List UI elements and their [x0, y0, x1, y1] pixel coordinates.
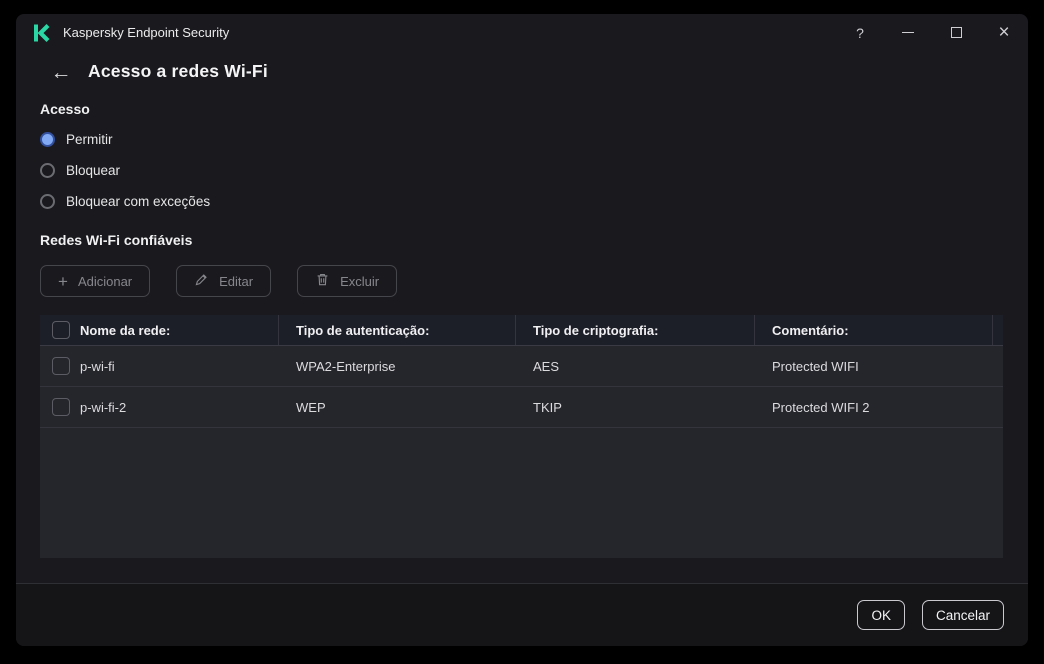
cell-network-name: p-wi-fi-2 [40, 398, 279, 416]
table-row[interactable]: p-wi-fi WPA2-Enterprise AES Protected WI… [40, 346, 1003, 387]
trusted-networks-table: Nome da rede: Tipo de autenticação: Tipo… [40, 315, 1003, 558]
kaspersky-logo-icon [32, 23, 52, 43]
app-title: Kaspersky Endpoint Security [63, 25, 230, 40]
header-comment: Comentário: [755, 315, 993, 345]
window-controls: ? × [836, 14, 1028, 51]
cell-comment: Protected WIFI [772, 358, 859, 374]
header-encryption-type: Tipo de criptografia: [516, 315, 755, 345]
row-checkbox[interactable] [52, 398, 70, 416]
app-window: Kaspersky Endpoint Security ? × ← Acesso… [16, 14, 1028, 646]
radio-bloquear-excecoes-control[interactable] [40, 194, 55, 209]
edit-button[interactable]: Editar [176, 265, 272, 297]
cell-auth-type: WEP [296, 399, 326, 415]
delete-button[interactable]: Excluir [297, 265, 398, 297]
radio-permitir-label: Permitir [66, 132, 113, 147]
cancel-button[interactable]: Cancelar [921, 600, 1004, 630]
close-button[interactable]: × [980, 14, 1028, 51]
help-icon: ? [856, 24, 864, 41]
cell-encryption-type: AES [533, 358, 560, 374]
cell-auth-type: WPA2-Enterprise [296, 358, 396, 374]
radio-option-permitir[interactable]: Permitir [40, 124, 210, 155]
ok-button[interactable]: OK [857, 600, 905, 630]
radio-option-bloquear-excecoes[interactable]: Bloquear com exceções [40, 186, 210, 217]
trusted-toolbar: + Adicionar Editar Excluir [40, 265, 398, 297]
table-row[interactable]: p-wi-fi-2 WEP TKIP Protected WIFI 2 [40, 387, 1003, 428]
radio-bloquear-control[interactable] [40, 163, 55, 178]
table-header-row: Nome da rede: Tipo de autenticação: Tipo… [40, 315, 1003, 346]
titlebar: Kaspersky Endpoint Security ? × [16, 14, 1028, 51]
add-button-label: Adicionar [77, 273, 133, 289]
cell-comment: Protected WIFI 2 [772, 399, 870, 415]
maximize-icon [950, 27, 962, 38]
pencil-icon [194, 272, 209, 290]
trusted-section-heading: Redes Wi-Fi confiáveis [40, 232, 193, 248]
access-section-heading: Acesso [40, 101, 90, 117]
radio-bloquear-excecoes-label: Bloquear com exceções [66, 194, 211, 209]
add-button[interactable]: + Adicionar [40, 265, 151, 297]
close-icon: × [998, 22, 1010, 43]
cell-network-name: p-wi-fi [40, 357, 279, 375]
header-spacer [993, 315, 1003, 345]
trash-icon [315, 272, 330, 290]
access-radio-group: Permitir Bloquear Bloquear com exceções [40, 124, 210, 217]
radio-option-bloquear[interactable]: Bloquear [40, 155, 210, 186]
header-network-name: Nome da rede: [40, 315, 279, 345]
plus-icon: + [58, 271, 68, 291]
minimize-icon [902, 32, 914, 33]
page-title: Acesso a redes Wi-Fi [88, 61, 268, 81]
row-checkbox[interactable] [52, 357, 70, 375]
maximize-button[interactable] [932, 14, 980, 51]
radio-bloquear-label: Bloquear [66, 163, 121, 178]
help-button[interactable]: ? [836, 14, 884, 51]
cell-encryption-type: TKIP [533, 399, 562, 415]
minimize-button[interactable] [884, 14, 932, 51]
edit-button-label: Editar [219, 273, 254, 289]
radio-permitir-control[interactable] [40, 132, 55, 147]
delete-button-label: Excluir [340, 273, 380, 289]
header-auth-type: Tipo de autenticação: [279, 315, 516, 345]
header-network-name-label: Nome da rede: [80, 322, 171, 338]
footer-bar: OK Cancelar [16, 583, 1028, 646]
network-name-value: p-wi-fi [80, 358, 115, 374]
back-button[interactable]: ← [48, 60, 74, 86]
network-name-value: p-wi-fi-2 [80, 399, 127, 415]
back-arrow-icon: ← [50, 61, 72, 84]
select-all-checkbox[interactable] [52, 321, 70, 339]
